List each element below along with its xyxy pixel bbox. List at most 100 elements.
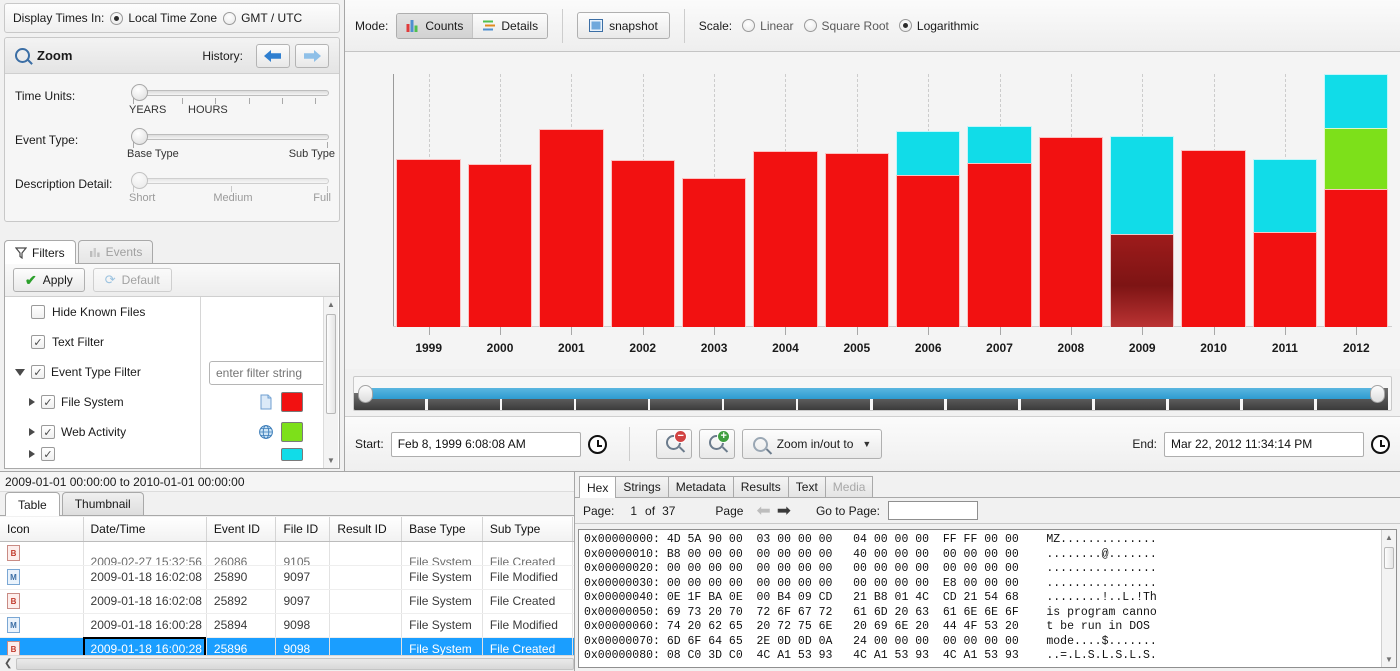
bar-segment-misc-types[interactable] <box>967 126 1032 164</box>
cell-datetime[interactable]: 2009-01-18 16:00:28 <box>83 613 207 638</box>
bar-segment-file-system[interactable] <box>396 158 461 327</box>
bar-stack[interactable] <box>753 151 818 327</box>
hex-dump-view[interactable]: 0x00000000: 4D 5A 90 00 03 00 00 00 04 0… <box>578 529 1397 668</box>
scroll-left-icon[interactable]: ❮ <box>0 658 16 669</box>
table-row[interactable]: M 2009-01-18 16:02:08 25890 9097 File System… <box>0 565 574 590</box>
color-swatch-web-activity[interactable] <box>281 422 303 442</box>
cell-result-id[interactable] <box>329 565 403 590</box>
default-button[interactable]: ⟳ Default <box>92 268 172 292</box>
radio-local-time-zone[interactable]: Local Time Zone <box>110 11 217 25</box>
cell-sub-type[interactable]: File Created <box>482 589 573 614</box>
snapshot-button[interactable]: snapshot <box>577 12 670 39</box>
bar-stack[interactable] <box>967 126 1032 327</box>
mode-counts-button[interactable]: Counts <box>397 13 474 38</box>
cell-event-id[interactable]: 25890 <box>206 565 277 590</box>
bar-stack[interactable] <box>681 178 747 327</box>
goto-page-input[interactable] <box>888 501 978 520</box>
filter-row-text-filter[interactable]: ✓ Text Filter <box>5 327 339 357</box>
content-tab-hex[interactable]: Hex <box>579 476 617 498</box>
cell-sub-type[interactable]: File Modified <box>482 613 573 638</box>
bar-segment-file-system[interactable] <box>610 159 675 327</box>
cell-known[interactable]: UNKN <box>572 565 574 590</box>
bar-stack[interactable] <box>1252 158 1318 327</box>
table-row[interactable]: B 2009-02-27 15:32:56 26086 9105 File System… <box>0 541 574 566</box>
cell-result-id[interactable] <box>329 613 403 638</box>
color-swatch-file-system[interactable] <box>281 392 303 412</box>
table-row[interactable]: M 2009-01-18 16:00:28 25894 9098 File System… <box>0 613 574 638</box>
bar-segment-file-system[interactable] <box>1038 136 1104 327</box>
cell-base-type[interactable]: File System <box>401 613 483 638</box>
slider-thumb[interactable] <box>131 84 148 101</box>
apply-button[interactable]: ✔ Apply <box>13 268 85 292</box>
table-header-date-time[interactable]: Date/Time <box>83 517 207 542</box>
bar-segment-misc-types[interactable] <box>1324 74 1389 129</box>
bar-stack[interactable] <box>539 129 604 327</box>
bar-stack[interactable] <box>467 163 533 327</box>
hscrollbar-thumb[interactable] <box>16 657 574 670</box>
bar-segment-file-system[interactable] <box>967 163 1032 327</box>
clock-icon[interactable] <box>587 434 607 454</box>
cell-datetime[interactable]: 2009-02-27 15:32:56 <box>83 541 207 566</box>
zoom-to-dropdown[interactable]: Zoom in/out to ▼ <box>741 429 883 459</box>
bar-segment-file-system[interactable] <box>467 163 533 327</box>
bar-segment-file-system[interactable] <box>1181 149 1246 327</box>
cell-result-id[interactable] <box>329 541 403 566</box>
history-back-button[interactable] <box>256 43 290 68</box>
scroll-up-icon[interactable]: ▲ <box>324 297 338 312</box>
hex-scrollbar[interactable]: ▲ ▼ <box>1381 530 1396 667</box>
bar-segment-misc-types[interactable] <box>1252 158 1318 232</box>
filter-row-file-system[interactable]: ✓ File System <box>5 387 339 417</box>
radio-gmt-utc[interactable]: GMT / UTC <box>223 11 302 25</box>
table-header-sub-type[interactable]: Sub Type <box>482 517 573 542</box>
cell-base-type[interactable]: File System <box>401 589 483 614</box>
chevron-down-icon[interactable] <box>15 368 25 376</box>
cell-known[interactable]: UNKN <box>572 613 574 638</box>
end-datetime-input[interactable] <box>1164 431 1364 457</box>
timeline-range-scrollbar[interactable] <box>353 376 1392 411</box>
bar-segment-misc-types[interactable] <box>895 130 961 176</box>
bar-stack[interactable] <box>396 158 461 327</box>
cell-file-id[interactable]: 9097 <box>275 565 331 590</box>
tab-filters[interactable]: Filters <box>4 240 76 264</box>
slider-thumb[interactable] <box>131 128 148 145</box>
cell-known[interactable]: UNKN <box>572 541 574 566</box>
checkbox-file-system[interactable]: ✓ <box>41 395 55 409</box>
cell-file-id[interactable]: 9098 <box>275 613 331 638</box>
table-header-result-id[interactable]: Result ID <box>329 517 403 542</box>
next-page-button[interactable]: ➡ <box>774 502 794 519</box>
bar-segment-file-system[interactable] <box>895 175 961 327</box>
timeline-left-handle[interactable] <box>358 385 373 403</box>
table-header-icon[interactable]: Icon <box>0 517 84 542</box>
table-header-base-type[interactable]: Base Type <box>401 517 483 542</box>
cell-result-id[interactable] <box>329 589 403 614</box>
text-filter-input[interactable] <box>209 361 337 385</box>
content-tab-metadata[interactable]: Metadata <box>667 476 734 497</box>
content-tab-results[interactable]: Results <box>732 476 789 497</box>
start-datetime-input[interactable] <box>390 431 581 457</box>
bar-segment-file-system[interactable] <box>1252 231 1318 327</box>
bar-stack[interactable] <box>824 152 889 327</box>
clock-icon[interactable] <box>1371 434 1390 454</box>
content-tab-text[interactable]: Text <box>787 476 826 497</box>
table-row[interactable]: B 2009-01-18 16:02:08 25892 9097 File System… <box>0 589 574 614</box>
chevron-right-icon[interactable] <box>29 398 35 406</box>
checkbox-hide-known-files[interactable] <box>31 305 45 319</box>
cell-datetime[interactable]: 2009-01-18 16:02:08 <box>83 589 207 614</box>
cell-sub-type[interactable]: File Created <box>482 541 573 566</box>
checkbox-misc[interactable]: ✓ <box>41 447 55 461</box>
bar-segment-file-system[interactable] <box>824 152 889 327</box>
chevron-right-icon[interactable] <box>29 428 35 436</box>
table-horizontal-scrollbar[interactable]: ❮ <box>0 655 574 671</box>
scrollbar-thumb[interactable] <box>1384 547 1394 569</box>
bar-segment-file-system[interactable] <box>1110 234 1175 327</box>
bar-stack[interactable] <box>1038 136 1104 327</box>
cell-event-id[interactable]: 25894 <box>206 613 277 638</box>
bar-stack[interactable] <box>610 159 675 327</box>
bar-segment-misc-types[interactable] <box>1110 136 1175 234</box>
timeline-range-bar[interactable] <box>364 388 1379 399</box>
prev-page-button[interactable]: ⬅ <box>753 502 773 519</box>
table-body[interactable]: B 2009-02-27 15:32:56 26086 9105 File System… <box>0 541 574 662</box>
scale-linear-radio[interactable]: Linear <box>742 19 794 33</box>
scroll-down-icon[interactable]: ▼ <box>324 453 338 468</box>
cell-event-id[interactable]: 26086 <box>206 541 277 566</box>
